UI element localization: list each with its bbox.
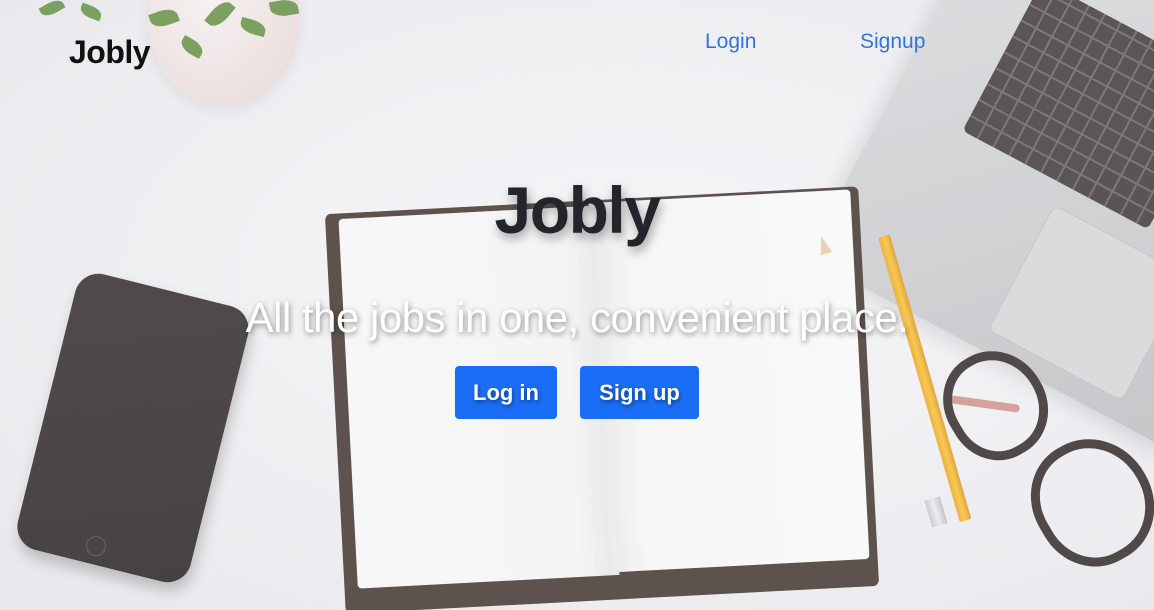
hero-subtitle: All the jobs in one, convenient place.	[245, 294, 909, 341]
hero-title: Jobly	[494, 173, 661, 247]
nav-login-link[interactable]: Login	[705, 28, 756, 56]
signup-button[interactable]: Sign up	[580, 366, 699, 419]
login-button[interactable]: Log in	[455, 366, 557, 419]
nav-signup-link[interactable]: Signup	[860, 28, 925, 56]
navbar-brand[interactable]: Jobly	[69, 32, 151, 72]
navbar: Jobly Login Signup	[0, 0, 1154, 84]
